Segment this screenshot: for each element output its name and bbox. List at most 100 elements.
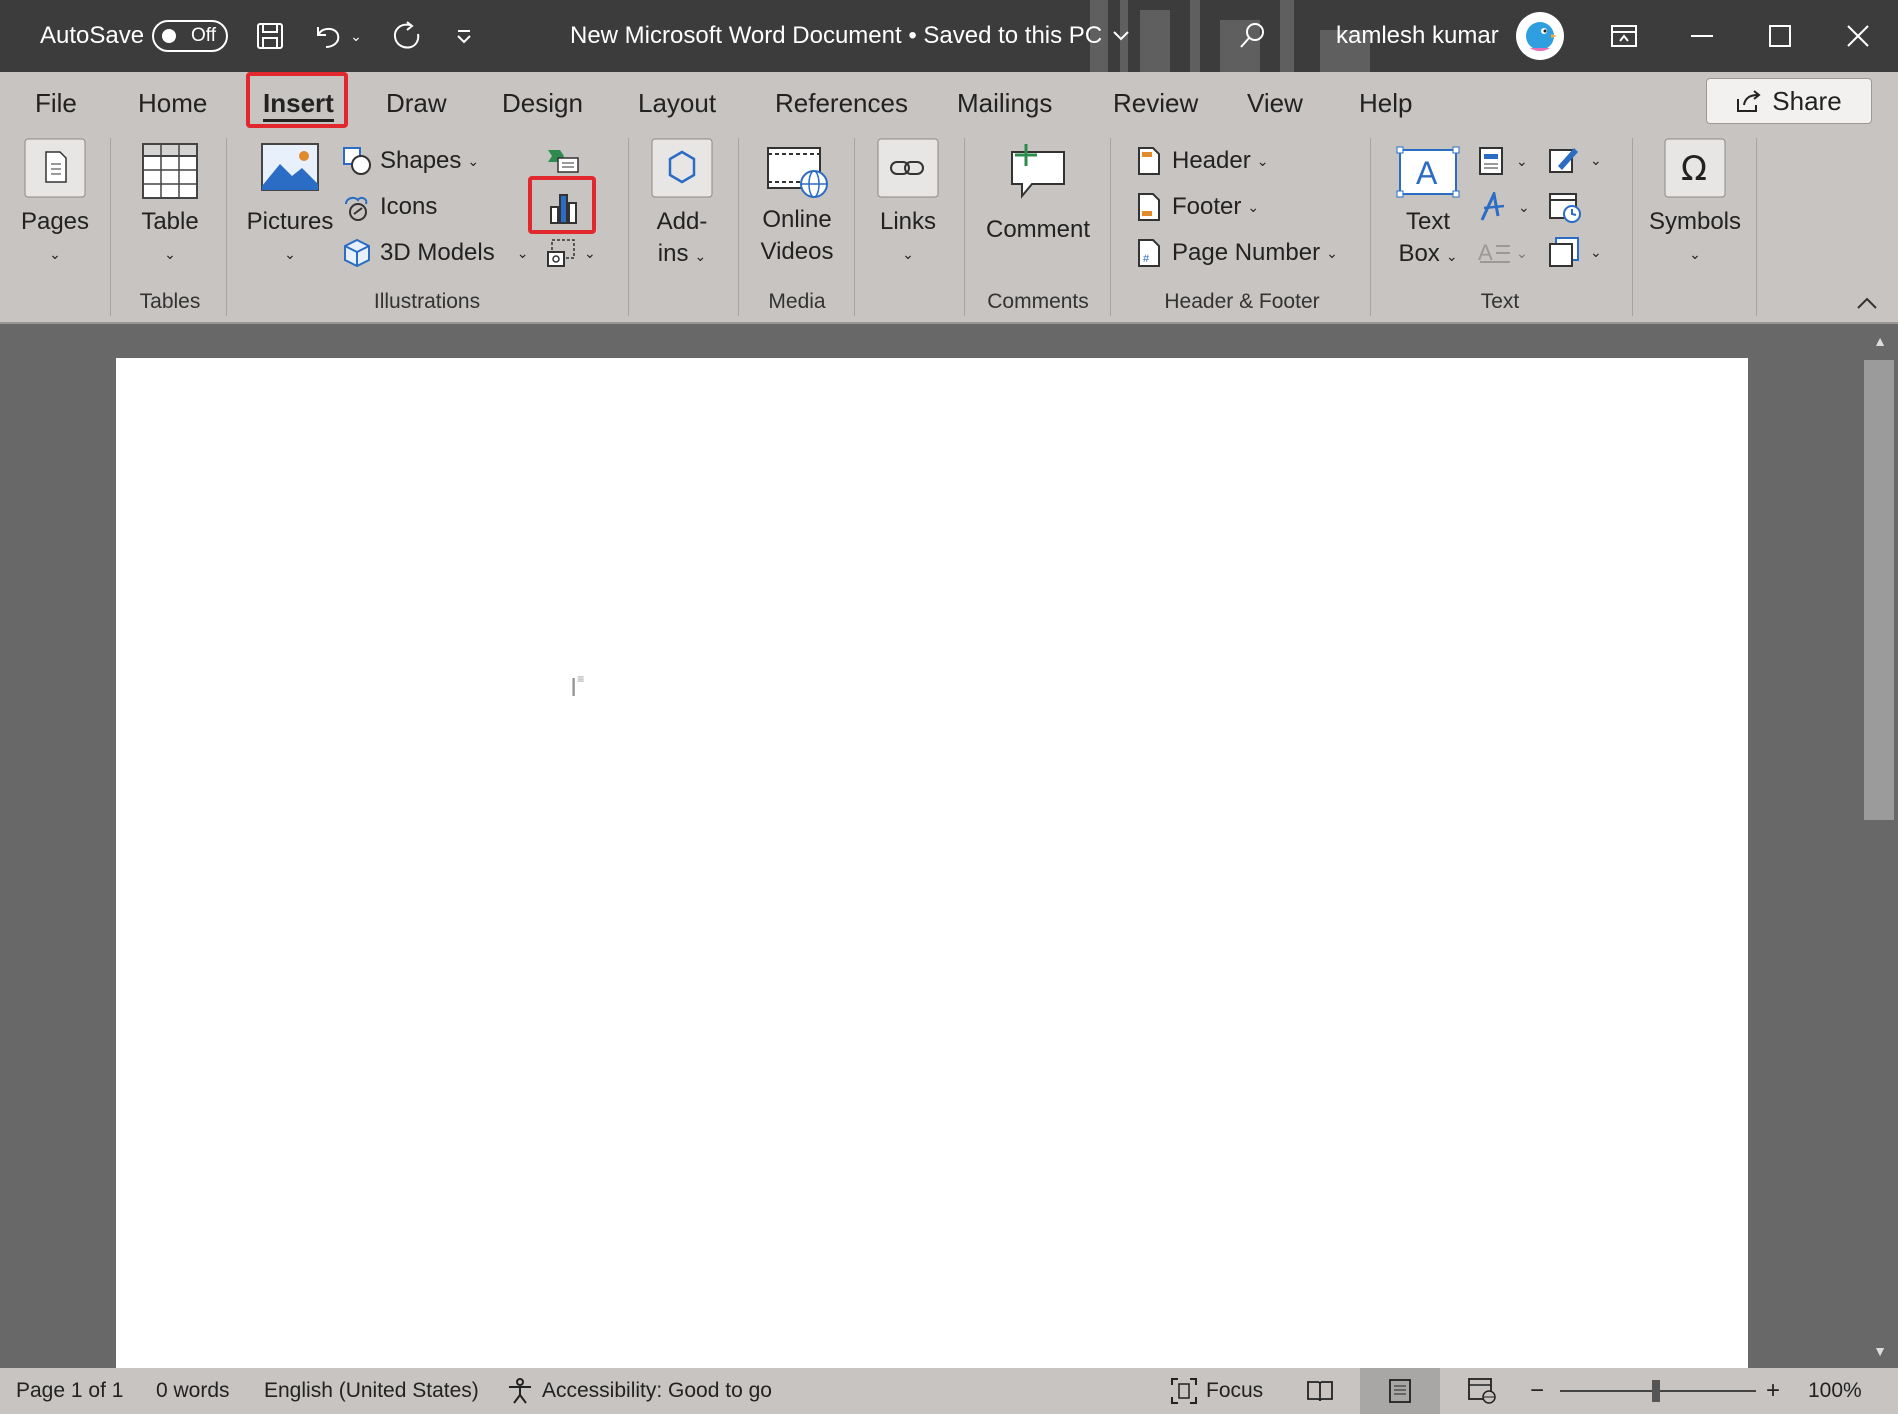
tab-review[interactable]: Review <box>1113 82 1198 124</box>
language-indicator[interactable]: English (United States) <box>264 1368 479 1414</box>
separator <box>1370 138 1371 316</box>
group-label-illustrations: Illustrations <box>373 290 481 313</box>
collapse-ribbon-icon[interactable] <box>1856 296 1878 310</box>
bird-avatar-icon <box>1526 22 1557 51</box>
print-layout-icon[interactable] <box>1360 1368 1440 1414</box>
icons-label: Icons <box>380 193 438 220</box>
scroll-up-icon[interactable]: ▲ <box>1862 326 1898 356</box>
accessibility-icon <box>509 1378 531 1404</box>
separator <box>226 138 227 316</box>
tab-layout[interactable]: Layout <box>638 82 716 124</box>
chevron-down-icon: ⌄ <box>516 244 529 261</box>
text-box-icon: A <box>1396 146 1460 198</box>
add-ins-label-line2: ins ⌄ <box>658 238 706 272</box>
smartart-button[interactable] <box>546 146 580 174</box>
zoom-out-icon[interactable]: − <box>1530 1368 1544 1414</box>
add-ins-button[interactable]: Add- ins ⌄ <box>648 138 716 272</box>
tab-mailings[interactable]: Mailings <box>957 82 1052 124</box>
ribbon-insert: Pages ⌄ Table ⌄ Tables Pictures ⌄ Shapes… <box>0 132 1898 324</box>
tab-references[interactable]: References <box>775 82 908 124</box>
3d-models-label: 3D Models <box>380 239 495 266</box>
share-button[interactable]: Share <box>1706 78 1872 124</box>
web-layout-icon[interactable] <box>1462 1368 1502 1414</box>
zoom-slider-thumb[interactable] <box>1652 1380 1660 1402</box>
pictures-label: Pictures <box>246 208 334 235</box>
scrollbar-thumb[interactable] <box>1864 360 1894 820</box>
tab-help[interactable]: Help <box>1359 82 1412 124</box>
symbols-label: Symbols <box>1648 208 1742 235</box>
avatar[interactable] <box>1516 12 1564 60</box>
focus-button[interactable]: Focus <box>1170 1368 1263 1414</box>
autosave-toggle[interactable]: Off <box>152 20 228 52</box>
drop-cap-button[interactable]: A ⌄ <box>1478 238 1528 268</box>
signature-line-button[interactable]: ⌄ <box>1548 144 1602 176</box>
customize-quick-access-icon[interactable] <box>444 0 484 72</box>
smartart-icon <box>548 150 579 173</box>
maximize-icon[interactable] <box>1748 0 1812 72</box>
icons-button[interactable]: Icons <box>342 192 437 222</box>
screenshot-button[interactable]: ⌄ <box>546 238 596 268</box>
zoom-in-icon[interactable]: + <box>1766 1368 1780 1414</box>
zoom-level[interactable]: 100% <box>1808 1368 1862 1414</box>
chevron-down-icon: ⌄ <box>49 246 61 262</box>
chevron-down-icon: ⌄ <box>1256 152 1269 169</box>
pictures-button[interactable]: Pictures ⌄ <box>244 142 336 270</box>
accessibility-status[interactable]: Accessibility: Good to go <box>506 1368 772 1414</box>
wordart-button[interactable]: ⌄ <box>1478 192 1530 222</box>
screenshot-icon <box>547 239 575 267</box>
header-button[interactable]: Header ⌄ <box>1136 146 1268 176</box>
page-number-button[interactable]: # Page Number ⌄ <box>1136 238 1338 268</box>
chevron-down-icon: ⌄ <box>584 244 596 261</box>
minimize-icon[interactable] <box>1670 0 1734 72</box>
document-page[interactable] <box>116 358 1748 1368</box>
tab-home[interactable]: Home <box>138 82 207 124</box>
page-count[interactable]: Page 1 of 1 <box>16 1368 123 1414</box>
user-name[interactable]: kamlesh kumar <box>1336 0 1499 72</box>
ribbon-display-options-icon[interactable] <box>1592 0 1656 72</box>
pictures-icon <box>261 143 319 191</box>
footer-button[interactable]: Footer ⌄ <box>1136 192 1259 222</box>
tab-draw[interactable]: Draw <box>386 82 447 124</box>
focus-label: Focus <box>1206 1379 1264 1402</box>
table-button[interactable]: Table ⌄ <box>130 142 210 270</box>
vertical-scrollbar[interactable]: ▲ ▼ <box>1862 324 1898 1368</box>
tab-design[interactable]: Design <box>502 82 583 124</box>
3d-models-button[interactable]: 3D Models ⌄ <box>342 238 528 268</box>
quick-parts-button[interactable]: ⌄ <box>1478 146 1528 176</box>
header-icon <box>1138 147 1160 175</box>
pages-button[interactable]: Pages ⌄ <box>18 138 92 270</box>
omega-icon: Ω <box>1664 138 1726 198</box>
group-label-tables: Tables <box>139 290 201 313</box>
comment-button[interactable]: Comment <box>978 142 1098 246</box>
close-icon[interactable] <box>1826 0 1890 72</box>
read-mode-icon[interactable] <box>1302 1368 1338 1414</box>
icons-icon <box>345 196 368 221</box>
online-videos-button[interactable]: Online Videos <box>752 144 842 268</box>
table-icon <box>142 143 198 199</box>
date-time-button[interactable] <box>1548 190 1582 224</box>
word-count[interactable]: 0 words <box>156 1368 230 1414</box>
object-icon <box>1549 237 1579 267</box>
new-comment-icon <box>1011 144 1065 199</box>
save-icon[interactable] <box>250 0 290 72</box>
shapes-button[interactable]: Shapes ⌄ <box>342 146 479 176</box>
add-ins-icon <box>651 138 713 198</box>
undo-dropdown-chevron-icon[interactable]: ⌄ <box>344 0 368 72</box>
text-box-button[interactable]: A Text Box ⌄ <box>1388 146 1468 272</box>
wordart-icon <box>1480 192 1505 221</box>
links-button[interactable]: Links ⌄ <box>874 138 942 270</box>
tab-file[interactable]: File <box>35 82 77 124</box>
document-title[interactable]: New Microsoft Word Document • Saved to t… <box>570 0 1130 72</box>
redo-icon[interactable] <box>386 0 426 72</box>
footer-icon <box>1138 193 1160 221</box>
object-button[interactable]: ⌄ <box>1548 236 1602 268</box>
undo-icon[interactable] <box>308 0 348 72</box>
separator <box>1632 138 1633 316</box>
online-videos-label-line1: Online <box>762 206 832 233</box>
search-icon[interactable] <box>1232 0 1272 72</box>
tab-view[interactable]: View <box>1247 82 1303 124</box>
text-box-label-line2: Box ⌄ <box>1398 238 1457 272</box>
symbols-button[interactable]: Ω Symbols ⌄ <box>1646 138 1744 270</box>
separator <box>1756 138 1757 316</box>
scroll-down-icon[interactable]: ▼ <box>1862 1336 1898 1366</box>
